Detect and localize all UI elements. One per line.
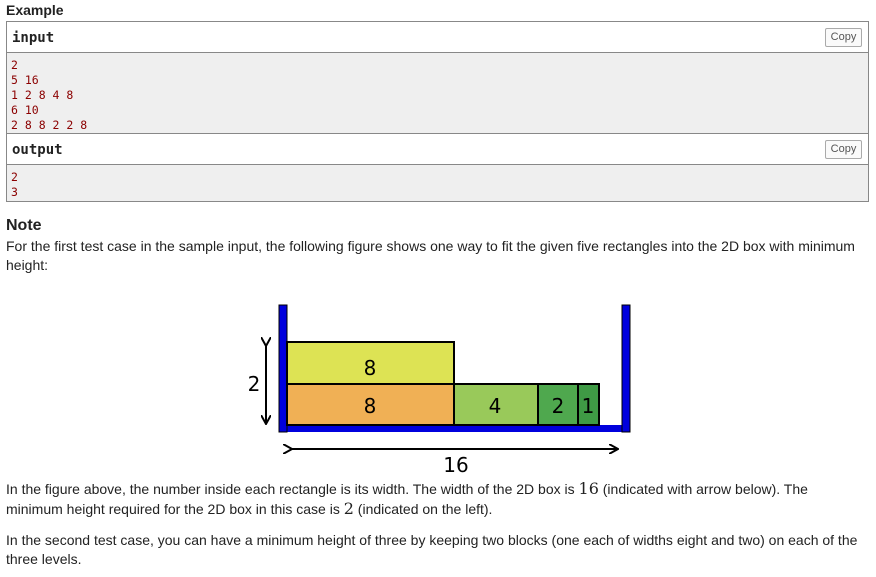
- box-left-wall: [279, 305, 287, 432]
- input-line: 5 16: [11, 73, 39, 87]
- box-right-wall: [622, 305, 630, 432]
- note-intro: For the first test case in the sample in…: [6, 238, 855, 273]
- copy-output-button[interactable]: Copy: [825, 140, 862, 159]
- note-explanation: In the figure above, the number inside e…: [6, 479, 866, 519]
- output-label: output: [12, 142, 63, 158]
- example-title: Example: [6, 2, 64, 18]
- height-label: 2: [248, 372, 261, 396]
- output-content: 2 3: [11, 170, 18, 200]
- height-value: 2: [343, 499, 354, 518]
- note-second-case: In the second test case, you can have a …: [6, 532, 858, 567]
- input-label: input: [12, 30, 55, 46]
- explanation-part3: (indicated on the left).: [353, 501, 493, 517]
- width-label: 16: [443, 453, 468, 477]
- rect-8-bottom-label: 8: [364, 394, 377, 418]
- rect-1-label: 1: [582, 394, 595, 418]
- rect-2-label: 2: [552, 394, 565, 418]
- output-box: output Copy 2 3: [6, 133, 869, 202]
- box-floor: [279, 425, 630, 432]
- input-line: 2 8 8 2 2 8: [11, 118, 88, 132]
- input-line: 2: [11, 58, 18, 72]
- copy-input-button[interactable]: Copy: [825, 28, 862, 47]
- input-header: input Copy: [7, 22, 868, 53]
- width-value: 16: [578, 479, 599, 498]
- output-line: 3: [11, 185, 18, 199]
- rect-8-top-label: 8: [364, 356, 377, 380]
- input-line: 1 2 8 4 8: [11, 88, 74, 102]
- input-line: 6 10: [11, 103, 39, 117]
- packing-figure: 8 8 4 2 1 2 16: [248, 304, 631, 477]
- output-line: 2: [11, 170, 18, 184]
- explanation-part1: In the figure above, the number inside e…: [6, 481, 579, 497]
- input-content: 2 5 16 1 2 8 4 8 6 10 2 8 8 2 2 8: [11, 58, 87, 133]
- note-title: Note: [6, 217, 42, 234]
- output-header: output Copy: [7, 134, 868, 165]
- input-box: input Copy 2 5 16 1 2 8 4 8 6 10 2 8 8 2…: [6, 21, 869, 134]
- rect-4-label: 4: [489, 394, 502, 418]
